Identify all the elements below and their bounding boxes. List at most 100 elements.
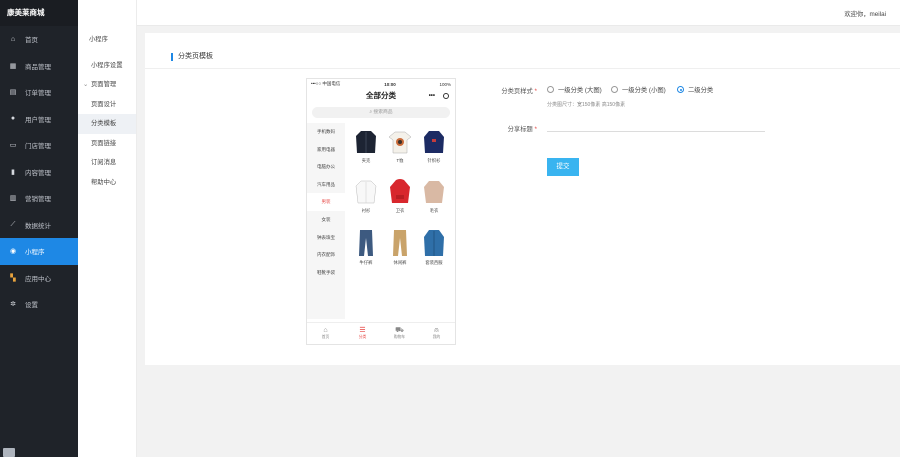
submit-button[interactable]: 提交 [547, 158, 579, 176]
sidebar-item-label: 营销管理 [25, 196, 51, 204]
product-name: 毛衣 [429, 208, 439, 213]
phone-status-bar: •••○○ 中国电信 10:00 100% [307, 79, 455, 89]
phone-tab-bar: ⌂ 首页 ☰ 分类 ⛟ 购物车 ⍝ 我的 [307, 322, 455, 344]
suit-image [424, 230, 444, 256]
gear-icon: ✲ [10, 301, 16, 309]
product-item: 牛仔裤 [351, 229, 381, 266]
radio-label: 一级分类 (大图) [558, 87, 602, 94]
shirt-image [355, 180, 377, 204]
phone-carrier: •••○○ 中国电信 [311, 81, 341, 86]
sidebar-item-label: 应用中心 [25, 275, 51, 283]
image-size-hint: 分类图尺寸：宽150像素 高150像素 [547, 102, 626, 108]
sub-sidebar: 小程序 小程序设置 ⌄ 页面管理 页面设计 分类模板 页面链接 订阅消息 帮助中心 [78, 0, 137, 457]
apps-icon: ▚ [10, 274, 16, 282]
sidebar-item-label: 门店管理 [25, 143, 51, 151]
brand-logo: 康美莱商城 [0, 0, 78, 26]
sidebar-item-stats[interactable]: ⟋ 数据统计 [0, 212, 78, 239]
radio-icon [611, 86, 618, 93]
product-name: 休闲裤 [393, 260, 407, 265]
phone-tab-mine: ⍝ 我的 [418, 323, 455, 344]
marketing-icon: ▥ [9, 195, 17, 203]
category-item: 家用电器 [317, 146, 335, 152]
divider [145, 68, 900, 69]
tab-label: 分类 [358, 335, 367, 339]
phone-header: 全部分类 ••• [307, 89, 455, 103]
product-name: 夹克 [361, 158, 371, 163]
radio-checked-icon [677, 86, 684, 93]
phone-search-bar: ⌕ 搜索商品 [312, 107, 450, 118]
subnav-item-page-design[interactable]: 页面设计 [78, 95, 136, 115]
sidebar-item-marketing[interactable]: ▥ 营销管理 [0, 185, 78, 212]
radio-level1-small[interactable]: 一级分类 (小图) [611, 85, 666, 94]
subnav-item-category-template[interactable]: 分类模板 [78, 114, 136, 134]
phone-battery: 100% [439, 81, 451, 87]
sidebar-item-apps[interactable]: ▚ 应用中心 [0, 265, 78, 292]
category-item: 女装 [321, 216, 331, 222]
top-bar: ☰ ↻ 欢迎你，meilai [78, 0, 900, 26]
tab-label: 购物车 [393, 335, 406, 339]
jeans-image [359, 230, 373, 256]
subnav-item-page-links[interactable]: 页面链接 [78, 134, 136, 154]
radio-level1-large[interactable]: 一级分类 (大图) [547, 85, 602, 94]
collapse-icon[interactable] [3, 448, 15, 457]
subnav-title: 小程序 [89, 36, 108, 43]
sidebar-item-miniprogram[interactable]: ◉ 小程序 [0, 238, 78, 265]
main-sidebar: 康美莱商城 ⌂ 首页 ▦ 商品管理 ▤ 订单管理 ● 用户管理 ▭ 门店管理 ▮ 内容管理 … [0, 0, 78, 457]
sidebar-item-users[interactable]: ● 用户管理 [0, 106, 78, 133]
phone-preview: •••○○ 中国电信 10:00 100% 全部分类 ••• ⌕ 搜索商品 手机… [306, 78, 456, 345]
sidebar-item-orders[interactable]: ▤ 订单管理 [0, 79, 78, 106]
product-name: 牛仔裤 [359, 260, 373, 265]
cart-icon: ⛟ [395, 327, 404, 334]
radio-level2[interactable]: 二级分类 [677, 85, 713, 94]
miniprogram-icon: ◉ [9, 248, 17, 256]
share-title-label: 分享标题 * [477, 124, 537, 133]
category-item: 鞋靴手袋 [317, 269, 335, 275]
phone-body: 手机数码 家用电器 电脑办公 汽车用品 男装 女装 钟表珠宝 内衣配饰 鞋靴手袋… [307, 123, 455, 319]
phone-time: 10:00 [384, 81, 396, 87]
sidebar-item-label: 订单管理 [25, 90, 51, 98]
sidebar-item-label: 内容管理 [25, 169, 51, 177]
user-icon: ● [10, 115, 16, 123]
sidebar-item-home[interactable]: ⌂ 首页 [0, 26, 78, 53]
subnav-group-pages[interactable]: ⌄ 页面管理 [78, 75, 136, 95]
subnav-item-help[interactable]: 帮助中心 [78, 173, 136, 193]
category-item: 内衣配饰 [317, 252, 335, 258]
category-item-active: 男装 [307, 193, 345, 211]
subnav-item-subscribe[interactable]: 订阅消息 [78, 153, 136, 173]
category-item: 手机数码 [317, 129, 335, 134]
welcome-user[interactable]: 欢迎你，meilai [844, 9, 886, 18]
product-item: 休闲裤 [385, 229, 415, 266]
sweater-image [424, 131, 444, 153]
sidebar-item-settings[interactable]: ✲ 设置 [0, 291, 78, 318]
page-title: 分类页模板 [171, 53, 213, 61]
category-icon: ☰ [359, 327, 366, 334]
sidebar-item-content[interactable]: ▮ 内容管理 [0, 159, 78, 186]
product-name: 衬衫 [361, 208, 371, 213]
store-icon: ▭ [9, 142, 17, 150]
radio-label: 二级分类 [688, 87, 714, 94]
sidebar-item-label: 用户管理 [25, 116, 51, 124]
sidebar-item-stores[interactable]: ▭ 门店管理 [0, 132, 78, 159]
target-icon [443, 93, 449, 99]
tab-label: 首页 [321, 335, 330, 339]
order-icon: ▤ [9, 89, 17, 97]
sidebar-item-label: 小程序 [25, 249, 45, 257]
tshirt-image [389, 131, 411, 154]
phone-search-placeholder: 搜索商品 [373, 110, 393, 115]
gift-icon: ▦ [9, 62, 17, 70]
sidebar-item-goods[interactable]: ▦ 商品管理 [0, 53, 78, 80]
product-name: 针织衫 [427, 158, 441, 163]
category-item: 电脑办公 [317, 164, 335, 170]
person-icon: ⍝ [434, 327, 439, 334]
home-icon: ⌂ [323, 327, 328, 334]
subnav-item-settings[interactable]: 小程序设置 [78, 56, 136, 76]
style-label: 分类页样式 * [477, 86, 537, 95]
sidebar-item-label: 数据统计 [25, 222, 51, 230]
category-item: 钟表珠宝 [317, 234, 335, 240]
chart-icon: ⟋ [10, 220, 16, 228]
share-title-input[interactable] [547, 119, 765, 132]
product-item: T恤 [385, 129, 415, 164]
phone-tab-category: ☰ 分类 [344, 323, 381, 344]
product-name: 卫衣 [395, 208, 405, 213]
style-label-text: 分类页样式 [501, 88, 533, 95]
